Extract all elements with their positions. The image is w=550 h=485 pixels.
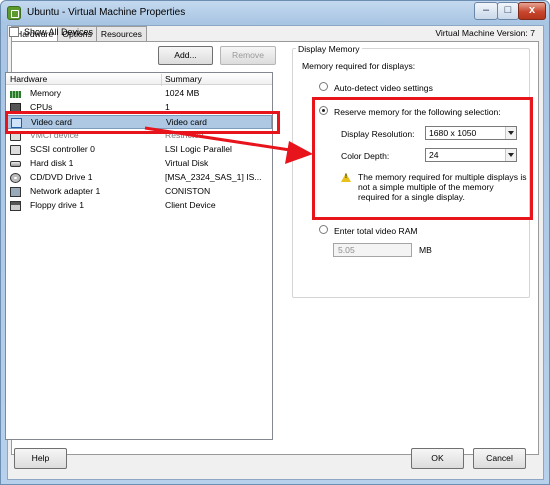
auto-detect-label[interactable]: Auto-detect video settings — [334, 83, 433, 93]
video-card-highlight-box — [5, 111, 280, 134]
enter-video-ram-radio[interactable] — [319, 225, 328, 234]
hardware-name: CD/DVD Drive 1 — [30, 172, 93, 182]
tab-resources[interactable]: Resources — [95, 26, 147, 42]
hardware-row[interactable]: Memory 1024 MB — [6, 87, 272, 101]
remove-button[interactable]: Remove — [220, 46, 276, 65]
show-all-devices-checkbox[interactable] — [9, 27, 19, 37]
cancel-button[interactable]: Cancel — [473, 448, 526, 469]
title-bar[interactable]: Ubuntu - Virtual Machine Properties – □ … — [1, 1, 549, 25]
hardware-name: Floppy drive 1 — [30, 200, 84, 210]
hardware-row[interactable]: SCSI controller 0 LSI Logic Parallel — [6, 143, 272, 157]
vm-app-icon — [7, 6, 21, 20]
hard-disk-icon — [10, 161, 21, 167]
network-adapter-icon — [10, 187, 21, 197]
video-ram-unit: MB — [419, 245, 432, 255]
hardware-summary: Virtual Disk — [165, 158, 209, 168]
hardware-summary: CONISTON — [165, 186, 211, 196]
close-button[interactable]: x — [518, 2, 546, 20]
memory-icon — [10, 91, 21, 98]
display-memory-group-label: Display Memory — [296, 44, 362, 54]
column-divider — [161, 74, 162, 86]
hardware-list-header: Hardware Summary — [6, 73, 272, 86]
maximize-button[interactable]: □ — [497, 2, 519, 20]
hardware-summary: Client Device — [165, 200, 216, 210]
cd-dvd-drive-icon — [10, 173, 21, 183]
help-button[interactable]: Help — [14, 448, 67, 469]
memory-selection-highlight-box — [312, 97, 533, 220]
hardware-name: Network adapter 1 — [30, 186, 101, 196]
hardware-row[interactable]: Hard disk 1 Virtual Disk — [6, 157, 272, 171]
memory-required-label: Memory required for displays: — [302, 61, 416, 71]
hardware-row[interactable]: CD/DVD Drive 1 [MSA_2324_SAS_1] IS... — [6, 171, 272, 185]
show-all-devices-label[interactable]: Show All Devices — [24, 27, 93, 37]
auto-detect-radio[interactable] — [319, 82, 328, 91]
scsi-controller-icon — [10, 145, 21, 155]
hardware-summary: [MSA_2324_SAS_1] IS... — [165, 172, 262, 182]
hardware-row[interactable]: Network adapter 1 CONISTON — [6, 185, 272, 199]
hardware-summary: 1024 MB — [165, 88, 200, 98]
hardware-name: Memory — [30, 88, 62, 98]
minimize-button[interactable]: – — [474, 2, 498, 20]
vm-version-label: Virtual Machine Version: 7 — [435, 28, 535, 38]
hardware-name: Hard disk 1 — [30, 158, 74, 168]
hardware-row[interactable]: Floppy drive 1 Client Device — [6, 199, 272, 213]
ok-button[interactable]: OK — [411, 448, 464, 469]
floppy-drive-icon — [10, 201, 21, 211]
window-title: Ubuntu - Virtual Machine Properties — [27, 7, 186, 18]
video-ram-input[interactable]: 5.05 — [333, 243, 412, 257]
column-header-summary[interactable]: Summary — [165, 74, 202, 84]
enter-video-ram-label[interactable]: Enter total video RAM — [334, 226, 418, 236]
hardware-name: SCSI controller 0 — [30, 144, 95, 154]
add-button[interactable]: Add... — [158, 46, 213, 65]
hardware-summary: LSI Logic Parallel — [165, 144, 232, 154]
column-header-hardware[interactable]: Hardware — [10, 74, 47, 84]
